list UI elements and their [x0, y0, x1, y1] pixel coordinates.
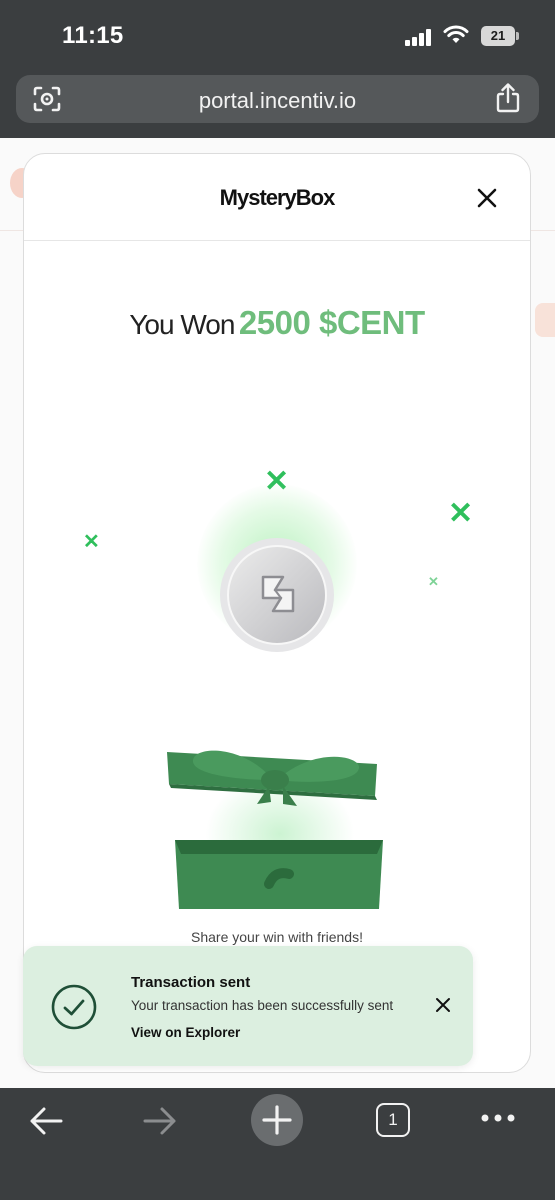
tabs-icon[interactable]: 1	[376, 1103, 410, 1137]
browser-url-area: portal.incentiv.io	[0, 68, 555, 138]
sparkle-icon: ✕	[83, 531, 100, 553]
win-amount: 2500 $CENT	[238, 304, 425, 341]
forward-arrow-icon[interactable]	[142, 1106, 178, 1136]
close-icon[interactable]	[473, 184, 501, 212]
win-prefix: You Won	[129, 309, 235, 340]
status-bar: 11:15 21	[0, 0, 555, 68]
signal-icon	[405, 28, 433, 46]
wifi-icon	[443, 25, 469, 43]
new-tab-button[interactable]	[251, 1094, 303, 1146]
toast-message: Your transaction has been successfully s…	[131, 998, 394, 1013]
gift-box-illustration	[165, 684, 393, 909]
win-heading: You Won 2500 $CENT	[24, 304, 530, 342]
url-text[interactable]: portal.incentiv.io	[16, 88, 539, 114]
toast-close-icon[interactable]	[435, 997, 451, 1013]
mystery-box-modal: MysteryBox You Won 2500 $CENT ✕ ✕ ✕ ✕ Sh…	[23, 153, 531, 1073]
gift-box-icon	[167, 750, 383, 909]
view-on-explorer-link[interactable]: View on Explorer	[131, 1025, 240, 1040]
address-bar[interactable]: portal.incentiv.io	[16, 75, 539, 123]
modal-header: MysteryBox	[24, 154, 530, 241]
status-time: 11:15	[62, 22, 124, 49]
coin-icon	[220, 538, 334, 652]
toast-title: Transaction sent	[131, 974, 251, 991]
battery-icon: 21	[481, 26, 519, 46]
browser-toolbar: 1	[0, 1088, 555, 1200]
share-prompt[interactable]: Share your win with friends!	[24, 929, 530, 945]
plus-icon	[262, 1105, 292, 1135]
transaction-toast: Transaction sent Your transaction has be…	[23, 946, 473, 1066]
share-icon[interactable]	[495, 83, 521, 113]
more-icon[interactable]	[480, 1112, 516, 1124]
back-arrow-icon[interactable]	[28, 1106, 64, 1136]
sparkle-icon: ✕	[428, 574, 439, 589]
check-circle-icon	[51, 984, 97, 1030]
background-element	[535, 303, 555, 337]
sparkle-icon: ✕	[448, 497, 474, 530]
modal-title: MysteryBox	[219, 185, 336, 210]
